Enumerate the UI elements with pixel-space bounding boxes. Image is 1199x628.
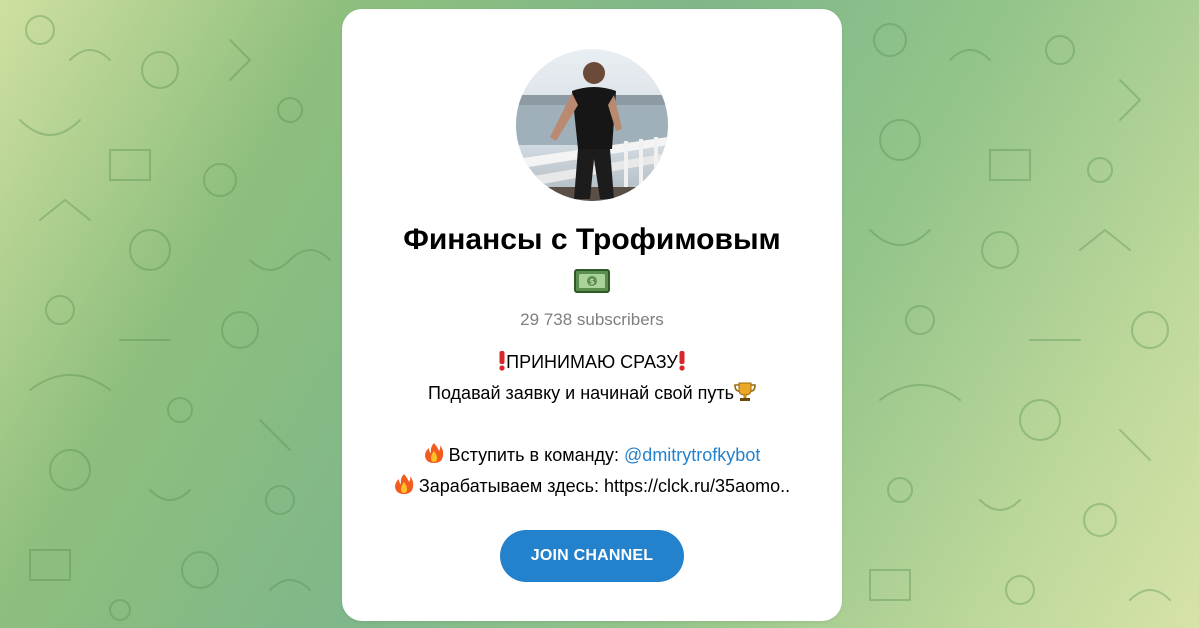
description-line-1: ПРИНИМАЮ СРАЗУ [342, 347, 842, 378]
channel-description: ПРИНИМАЮ СРАЗУ Подавай заявку и начинай … [342, 347, 842, 502]
exclamation-icon [498, 350, 506, 381]
description-line-2: Подавай заявку и начинай свой путь [342, 378, 842, 409]
description-line-3: Вступить в команду: @dmitrytrofkybot [342, 440, 842, 471]
svg-text:$: $ [589, 277, 594, 286]
join-channel-button[interactable]: JOIN CHANNEL [500, 530, 684, 582]
subscriber-count: 29 738 subscribers [520, 310, 664, 329]
exclamation-icon [678, 350, 686, 381]
channel-title: Финансы с Трофимовым [403, 223, 781, 256]
channel-avatar [516, 49, 668, 201]
fire-icon [424, 442, 444, 474]
bot-link[interactable]: @dmitrytrofkybot [624, 445, 760, 465]
trophy-icon [734, 381, 756, 412]
channel-card: Финансы с Трофимовым $ 29 738 subscriber… [342, 9, 842, 621]
money-bill-icon: $ [574, 267, 610, 295]
fire-icon [394, 473, 414, 505]
description-line-4: Зарабатываем здесь: https://clck.ru/35ao… [342, 471, 842, 502]
